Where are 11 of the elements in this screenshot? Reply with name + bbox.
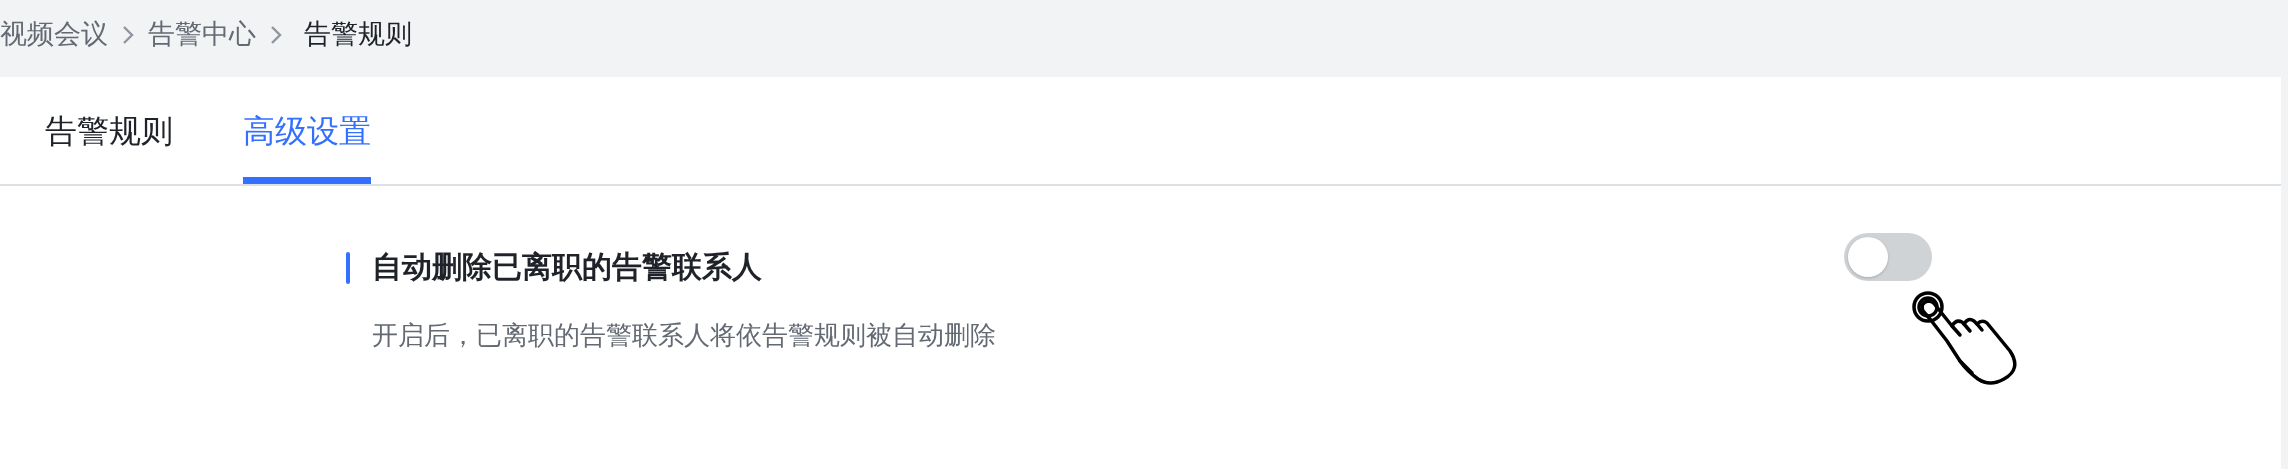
accent-bar — [346, 251, 350, 284]
chevron-right-icon — [122, 24, 134, 45]
tab[interactable]: 高级设置 — [243, 77, 371, 184]
setting-description: 开启后，已离职的告警联系人将依告警规则被自动删除 — [371, 319, 996, 352]
breadcrumb-item[interactable]: 告警中心 — [148, 15, 256, 52]
tab[interactable]: 告警规则 — [45, 77, 173, 184]
breadcrumb-item[interactable]: 视频会议 — [0, 15, 108, 52]
breadcrumb-item: 告警规则 — [304, 16, 412, 51]
setting-title: 自动删除已离职的告警联系人 — [372, 248, 762, 286]
chevron-right-icon — [270, 24, 282, 45]
toggle-switch[interactable] — [1844, 233, 1932, 281]
